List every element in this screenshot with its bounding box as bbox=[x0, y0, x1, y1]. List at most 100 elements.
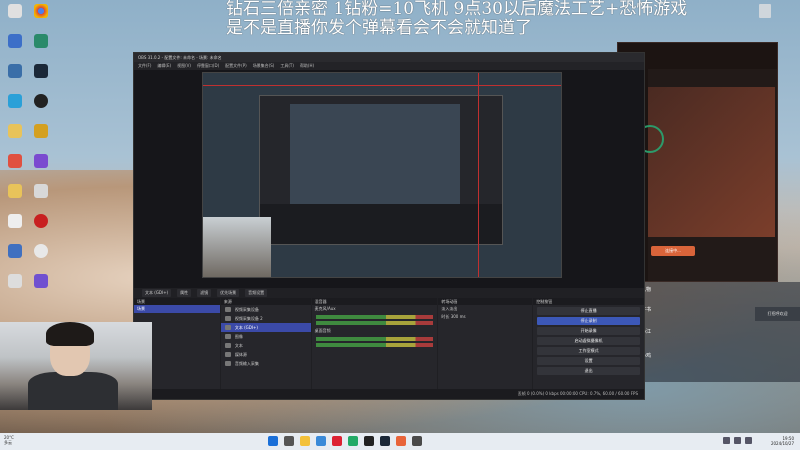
greet-button[interactable]: 打招呼欢迎 bbox=[755, 307, 800, 321]
volume-meter bbox=[315, 315, 434, 319]
nested-preview bbox=[259, 95, 503, 245]
duration-input[interactable]: 300 ms bbox=[451, 314, 466, 319]
desktop-icon[interactable] bbox=[28, 34, 54, 64]
studio-mode-button[interactable]: 工作室模式 bbox=[537, 347, 640, 355]
streamer-body bbox=[28, 372, 118, 410]
desktop-icon[interactable] bbox=[2, 214, 28, 244]
sources-dock: 来源 视频采集设备 视频采集设备 2 文本 (GDI+) 图像 文本 媒体源 音… bbox=[220, 298, 311, 389]
source-item[interactable]: 文本 (GDI+) bbox=[220, 323, 311, 332]
steam-icon[interactable] bbox=[28, 64, 54, 94]
chrome-icon[interactable] bbox=[28, 4, 54, 34]
filters-button[interactable]: 滤镜 bbox=[197, 289, 212, 297]
network-icon[interactable] bbox=[723, 437, 730, 444]
taskbar: 20°C 多云 19:50 2024/10/27 bbox=[0, 433, 800, 450]
stream-overlay-text: 钻石三倍亲密 1钻粉=10飞机 9点30以后魔法工艺+恐怖游戏 是不是直播你发个… bbox=[226, 0, 687, 38]
desktop-icon[interactable] bbox=[28, 184, 54, 214]
camera-icon bbox=[224, 307, 231, 312]
status-bar: 丢帧 0 (0.0%) 0 kbps 00:00:00 CPU: 0.7%, 6… bbox=[134, 389, 644, 399]
desktop-icon[interactable] bbox=[2, 94, 28, 124]
obs-icon[interactable] bbox=[28, 94, 54, 124]
dock-title: 转场动画 bbox=[438, 298, 533, 305]
properties-button[interactable]: 属性 bbox=[177, 289, 192, 297]
source-item[interactable]: 图像 bbox=[221, 332, 311, 341]
desktop-icon[interactable] bbox=[28, 274, 54, 304]
window-title: OBS 31.0.2 - 配置文件: 未命名 - 场景: 未命名 bbox=[134, 53, 644, 62]
menu-tools[interactable]: 工具(T) bbox=[280, 62, 294, 70]
weather-desc: 多云 bbox=[4, 440, 12, 445]
mixer-channel-label: 麦克风/Aux bbox=[314, 306, 336, 311]
app-icon[interactable] bbox=[412, 436, 422, 446]
menu-file[interactable]: 文件(F) bbox=[138, 62, 151, 70]
selection-guide bbox=[203, 85, 561, 86]
explorer-icon[interactable] bbox=[300, 436, 310, 446]
stop-recording-button[interactable]: 停止录制 bbox=[537, 317, 640, 325]
preview-canvas[interactable] bbox=[202, 72, 562, 278]
desktop-icon[interactable] bbox=[2, 154, 28, 184]
menu-help[interactable]: 帮助(H) bbox=[300, 62, 314, 70]
menu-edit[interactable]: 编辑(E) bbox=[157, 62, 171, 70]
duration-row: 时长 300 ms bbox=[438, 313, 532, 321]
video-sync-button[interactable]: 优先场景 bbox=[217, 289, 240, 297]
source-item[interactable]: 文本 bbox=[221, 341, 311, 350]
menu-view[interactable]: 视图(V) bbox=[177, 62, 191, 70]
volume-icon[interactable] bbox=[734, 437, 741, 444]
obs-icon[interactable] bbox=[364, 436, 374, 446]
dock-title: 混音器 bbox=[311, 298, 438, 305]
desktop-icon[interactable] bbox=[2, 274, 28, 304]
transition-select[interactable]: 淡入淡出 bbox=[438, 305, 532, 313]
desktop-icon[interactable] bbox=[28, 244, 54, 274]
desktop-icon[interactable] bbox=[28, 124, 54, 154]
source-item[interactable]: 视频采集设备 bbox=[221, 305, 311, 314]
folder-icon[interactable] bbox=[2, 184, 28, 214]
desktop-icon[interactable] bbox=[28, 214, 54, 244]
camera-icon bbox=[224, 316, 231, 321]
media-icon bbox=[224, 352, 231, 357]
clock[interactable]: 19:50 2024/10/27 bbox=[771, 436, 794, 446]
nested-docks bbox=[260, 204, 502, 244]
system-tray bbox=[723, 437, 752, 444]
start-button[interactable]: 连接中... bbox=[651, 246, 695, 256]
menu-docks[interactable]: 停靠窗口(D) bbox=[197, 62, 219, 70]
source-item[interactable]: 音频输入采集 bbox=[221, 359, 311, 368]
app-icon[interactable] bbox=[396, 436, 406, 446]
mic-icon bbox=[224, 361, 231, 366]
overlay-line-2: 是不是直播你发个弹幕看会不会就知道了 bbox=[226, 18, 532, 38]
volume-meter bbox=[315, 321, 434, 325]
dock-title: 场景 bbox=[134, 298, 220, 305]
text-icon bbox=[224, 325, 231, 330]
settings-button[interactable]: 设置 bbox=[537, 357, 640, 365]
audio-settings-button[interactable]: 音频设置 bbox=[245, 289, 268, 297]
preview-webcam bbox=[203, 217, 271, 277]
streamer-hair bbox=[46, 322, 94, 346]
obs-window[interactable]: OBS 31.0.2 - 配置文件: 未命名 - 场景: 未命名 文件(F) 编… bbox=[133, 52, 645, 400]
wechat-icon[interactable] bbox=[348, 436, 358, 446]
folder-icon[interactable] bbox=[2, 124, 28, 154]
image-icon bbox=[224, 334, 231, 339]
desktop-icon[interactable] bbox=[28, 154, 54, 184]
scene-item[interactable]: 场景 bbox=[134, 305, 220, 313]
menu-scene-collection[interactable]: 场景集合(S) bbox=[253, 62, 275, 70]
battery-icon[interactable] bbox=[745, 437, 752, 444]
steam-icon[interactable] bbox=[380, 436, 390, 446]
app-icon[interactable] bbox=[332, 436, 342, 446]
search-icon[interactable] bbox=[284, 436, 294, 446]
dock-title: 控制按钮 bbox=[533, 298, 644, 305]
duration-label: 时长 bbox=[441, 314, 450, 319]
mixer-channel-label: 桌面音频 bbox=[314, 328, 331, 333]
start-icon[interactable] bbox=[268, 436, 278, 446]
source-toolbar: 文本 (GDI+) 属性 滤镜 优先场景 音频设置 bbox=[134, 288, 644, 298]
weather-widget[interactable]: 20°C 多云 bbox=[4, 435, 14, 445]
desktop-icon[interactable] bbox=[2, 64, 28, 94]
virtual-camera-button[interactable]: 启动虚拟摄像机 bbox=[537, 337, 640, 345]
exit-button[interactable]: 退出 bbox=[537, 367, 640, 375]
recycle-bin-icon[interactable] bbox=[750, 4, 780, 18]
start-replay-button[interactable]: 开始录像 bbox=[537, 327, 640, 335]
desktop-icon[interactable] bbox=[2, 4, 28, 34]
edge-icon[interactable] bbox=[316, 436, 326, 446]
source-item[interactable]: 视频采集设备 2 bbox=[221, 314, 311, 323]
desktop-icon[interactable] bbox=[2, 34, 28, 64]
stop-streaming-button[interactable]: 停止直播 bbox=[537, 307, 640, 315]
source-item[interactable]: 媒体源 bbox=[221, 350, 311, 359]
desktop-icon[interactable] bbox=[2, 244, 28, 274]
menu-profile[interactable]: 配置文件(P) bbox=[225, 62, 247, 70]
